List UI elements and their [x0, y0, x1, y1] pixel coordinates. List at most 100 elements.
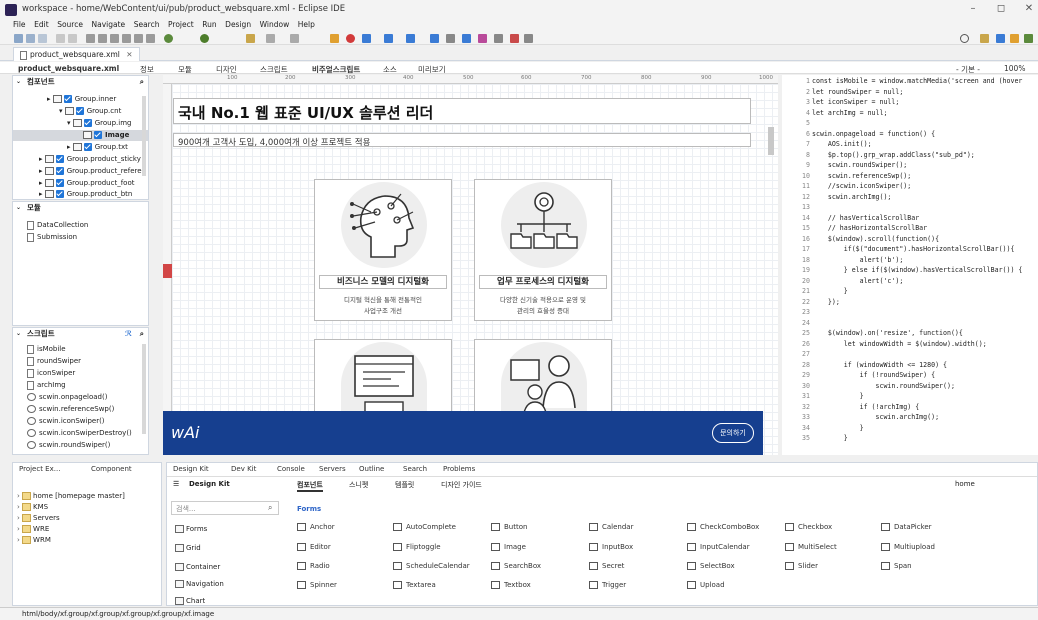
checkbox-icon[interactable]	[83, 143, 92, 151]
checkbox-icon[interactable]	[75, 107, 84, 115]
component-schedulecalendar[interactable]: ScheduleCalendar	[393, 562, 470, 570]
perspective2-icon[interactable]	[996, 34, 1005, 43]
subheading-box[interactable]: 900여개 고객사 도입, 4,000여개 이상 프로젝트 적용	[173, 133, 751, 148]
script-item[interactable]: scwin.onpageload()	[27, 392, 107, 403]
tab-script[interactable]: 스크립트	[260, 64, 288, 75]
close-tab-icon[interactable]: ✕	[126, 50, 132, 59]
menu-project[interactable]: Project	[168, 20, 194, 29]
menu-navigate[interactable]: Navigate	[92, 20, 126, 29]
panel-icon[interactable]	[494, 34, 503, 43]
component-multiupload[interactable]: Multiupload	[881, 543, 935, 551]
outline-tab[interactable]: Outline	[359, 465, 384, 473]
checkbox-icon[interactable]	[55, 179, 64, 187]
component-calendar[interactable]: Calendar	[589, 523, 633, 531]
back-icon[interactable]	[266, 34, 275, 43]
forward-icon[interactable]	[290, 34, 299, 43]
view4-icon[interactable]	[430, 34, 439, 43]
module-item[interactable]: Submission	[27, 232, 77, 243]
menu-help[interactable]: Help	[298, 20, 315, 29]
checkbox-icon[interactable]	[55, 167, 64, 175]
tool-icon[interactable]	[246, 34, 255, 43]
tab-source[interactable]: 소스	[383, 64, 397, 75]
menu-icon[interactable]: ☰	[173, 480, 179, 488]
category-forms[interactable]: Forms	[175, 524, 207, 535]
palette-icon[interactable]	[478, 34, 487, 43]
checkbox-icon[interactable]	[55, 190, 64, 198]
tab-info[interactable]: 정보	[140, 64, 154, 75]
menu-file[interactable]: File	[13, 20, 26, 29]
component-anchor[interactable]: Anchor	[297, 523, 335, 531]
tree-item[interactable]: ▸ Group.product_sticky	[39, 154, 141, 165]
component-image[interactable]: Image	[491, 543, 526, 551]
code-editor[interactable]: 1 const isMobile = window.matchMedia('scr…	[782, 75, 1038, 455]
tab-module[interactable]: 모듈	[178, 64, 192, 75]
category-chart[interactable]: Chart	[175, 596, 205, 606]
component-multiselect[interactable]: MultiSelect	[785, 543, 837, 551]
tree-item[interactable]: ▸ Group.product_foot	[39, 178, 134, 189]
search-icon[interactable]: ⌕	[140, 76, 144, 88]
component-checkbox[interactable]: Checkbox	[785, 523, 832, 531]
tree-item[interactable]: ▾ Group.img	[67, 118, 132, 129]
menu-design[interactable]: Design	[225, 20, 251, 29]
problems-tab[interactable]: Problems	[443, 465, 475, 473]
tree-item[interactable]: ▸ Group.product_refere	[39, 166, 142, 177]
scrollbar[interactable]	[142, 96, 146, 176]
script-item[interactable]: roundSwiper	[27, 356, 81, 367]
checkbox-icon[interactable]	[83, 119, 92, 127]
menu-source[interactable]: Source	[57, 20, 83, 29]
maximize-button[interactable]: ◻	[994, 3, 1008, 14]
tree-item[interactable]: ▾ Group.cnt	[59, 106, 121, 117]
menu-search[interactable]: Search	[134, 20, 160, 29]
tree-item[interactable]: ▸ Group.txt	[67, 142, 128, 153]
menu-run[interactable]: Run	[202, 20, 216, 29]
checkbox-icon[interactable]	[94, 131, 102, 139]
project-item[interactable]: › Servers	[17, 513, 60, 524]
new-icon[interactable]	[14, 34, 23, 43]
tab-snippets[interactable]: 스니펫	[349, 480, 368, 490]
add-script-icon[interactable]: ℛ	[125, 328, 132, 340]
script-item[interactable]: iconSwiper	[27, 368, 75, 379]
search-icon[interactable]	[960, 34, 969, 43]
component-secret[interactable]: Secret	[589, 562, 624, 570]
servers-tab[interactable]: Servers	[319, 465, 346, 473]
component-searchbox[interactable]: SearchBox	[491, 562, 541, 570]
breadcrumb-home[interactable]: home	[955, 480, 975, 488]
menu-edit[interactable]: Edit	[34, 20, 49, 29]
layout3-icon[interactable]	[110, 34, 119, 43]
search-icon[interactable]: ⌕	[140, 328, 144, 340]
debug-icon[interactable]	[200, 34, 209, 43]
zoom-select[interactable]: 100%	[1004, 64, 1025, 73]
component-inputcalendar[interactable]: InputCalendar	[687, 543, 750, 551]
layout5-icon[interactable]	[134, 34, 143, 43]
minimize-button[interactable]: –	[966, 3, 980, 14]
project-item[interactable]: › home [homepage master]	[17, 491, 125, 502]
component-checkcombobox[interactable]: CheckComboBox	[687, 523, 759, 531]
card-collaboration[interactable]	[474, 339, 612, 420]
chart-icon[interactable]	[510, 34, 519, 43]
tab-templates[interactable]: 템플릿	[395, 480, 414, 490]
category-container[interactable]: Container	[175, 562, 220, 573]
tab-components[interactable]: 컴포넌트	[297, 480, 323, 492]
project-explorer-tab[interactable]: Project Ex...	[19, 465, 60, 473]
component-textarea[interactable]: Textarea	[393, 581, 436, 589]
layout4-icon[interactable]	[122, 34, 131, 43]
component-search-input[interactable]: 검색... ⌕	[171, 501, 279, 515]
save-all-icon[interactable]	[38, 34, 47, 43]
project-item[interactable]: › WRE	[17, 524, 49, 535]
tab-design[interactable]: 디자인	[216, 64, 237, 75]
component-spinner[interactable]: Spinner	[297, 581, 337, 589]
component-button[interactable]: Button	[491, 523, 527, 531]
view5-icon[interactable]	[462, 34, 471, 43]
save-icon[interactable]	[26, 34, 35, 43]
view2-icon[interactable]	[384, 34, 393, 43]
component-upload[interactable]: Upload	[687, 581, 725, 589]
card-platform[interactable]	[314, 339, 452, 420]
component-fliptoggle[interactable]: Fliptoggle	[393, 543, 441, 551]
component-textbox[interactable]: Textbox	[491, 581, 531, 589]
card-process[interactable]: 업무 프로세스의 디지털화 다양한 신기술 적용으로 운영 및 관리의 효율성 증…	[474, 179, 612, 321]
tab-preview[interactable]: 미리보기	[418, 64, 446, 75]
component-tab[interactable]: Component	[91, 465, 132, 473]
script-item[interactable]: scwin.iconSwiperDestroy()	[27, 428, 132, 439]
script-item[interactable]: scwin.referenceSwp()	[27, 404, 114, 415]
component-inputbox[interactable]: InputBox	[589, 543, 633, 551]
